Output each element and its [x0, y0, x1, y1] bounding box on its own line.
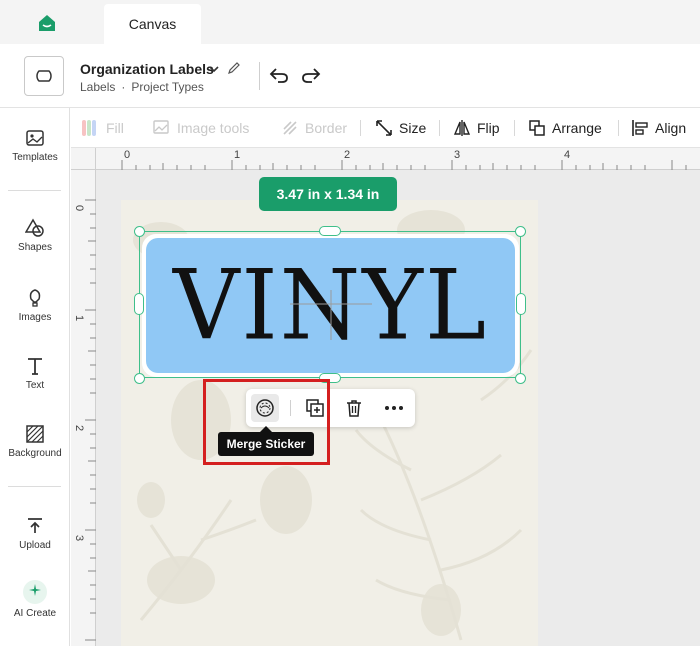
edit-toolbar: Fill Image tools Border Size Flip Arrang…	[71, 108, 700, 148]
arrange-label: Arrange	[552, 120, 602, 136]
sidebar-item-label: Shapes	[18, 242, 52, 253]
tab-canvas[interactable]: Canvas	[104, 4, 201, 44]
ruler-label: 1	[73, 314, 86, 322]
border-button[interactable]: Border	[281, 118, 347, 138]
sidebar-item-images[interactable]: Images	[0, 288, 70, 323]
text-icon	[28, 358, 42, 375]
center-crosshair	[290, 290, 372, 340]
background-icon	[26, 425, 44, 443]
flip-button[interactable]: Flip	[453, 118, 500, 138]
ruler-label: 3	[454, 149, 461, 161]
label-shape-icon	[36, 70, 52, 82]
highlight-annotation	[203, 379, 330, 465]
project-type: Project Types	[131, 80, 204, 94]
sidebar-divider	[8, 190, 61, 191]
sidebar-item-label: Upload	[19, 540, 51, 551]
border-label: Border	[305, 120, 348, 136]
ruler-label: 0	[73, 204, 86, 212]
ruler-label: 0	[124, 149, 131, 161]
align-button[interactable]: Align	[631, 118, 686, 138]
toolbar-divider	[360, 120, 361, 136]
resize-handle-top-right[interactable]	[515, 226, 526, 237]
toolbar-divider	[439, 120, 440, 136]
border-icon	[283, 121, 297, 135]
resize-handle-bottom-right[interactable]	[515, 373, 526, 384]
shapes-icon	[25, 218, 44, 237]
sidebar-item-ai-create[interactable]: AI Create	[0, 580, 70, 619]
resize-handle-bottom-left[interactable]	[134, 373, 145, 384]
home-icon[interactable]	[36, 12, 58, 34]
sidebar-item-label: Background	[8, 448, 62, 459]
sidebar-divider	[8, 486, 61, 487]
fill-icon	[82, 120, 96, 136]
pencil-icon[interactable]	[227, 60, 242, 75]
flip-label: Flip	[477, 120, 500, 136]
project-header: Organization Labels Labels · Project Types	[0, 44, 700, 108]
ruler-corner	[71, 148, 96, 170]
sidebar-item-label: AI Create	[13, 608, 57, 619]
fill-label: Fill	[106, 120, 124, 136]
resize-handle-top[interactable]	[319, 226, 341, 236]
project-category: Labels	[80, 80, 116, 94]
size-label: Size	[399, 120, 427, 136]
top-bar: Canvas	[0, 0, 700, 44]
templates-icon	[26, 130, 44, 146]
project-subtitle: Labels · Project Types	[80, 80, 204, 94]
subtitle-separator: ·	[121, 80, 126, 94]
ruler-horizontal: 0 1 2 3 4	[96, 148, 700, 170]
resize-handle-top-left[interactable]	[134, 226, 145, 237]
sidebar-item-shapes[interactable]: Shapes	[0, 218, 70, 253]
flip-icon	[453, 120, 471, 136]
arrange-icon	[529, 120, 545, 136]
ruler-label: 1	[234, 149, 241, 161]
ruler-vertical: 0 1 2 3	[71, 148, 96, 646]
dimensions-badge: 3.47 in x 1.34 in	[259, 177, 397, 211]
align-left-icon	[632, 120, 648, 136]
resize-icon	[376, 120, 392, 136]
resize-handle-left[interactable]	[134, 293, 144, 315]
ruler-label: 3	[73, 534, 86, 542]
ruler-label: 2	[344, 149, 351, 161]
trash-icon	[347, 400, 361, 417]
images-icon	[29, 289, 41, 307]
project-title[interactable]: Organization Labels	[80, 61, 214, 77]
fill-button[interactable]: Fill	[80, 118, 124, 138]
ruler-label: 4	[564, 149, 571, 161]
size-button[interactable]: Size	[375, 118, 426, 138]
sidebar-item-label: Images	[18, 312, 52, 323]
resize-handle-right[interactable]	[516, 293, 526, 315]
sidebar-item-label: Templates	[12, 152, 58, 163]
chevron-down-icon[interactable]	[208, 63, 220, 75]
sidebar-item-upload[interactable]: Upload	[0, 516, 70, 551]
project-thumbnail[interactable]	[24, 56, 64, 96]
delete-button[interactable]	[340, 394, 368, 422]
ruler-ticks-horizontal	[121, 160, 687, 170]
upload-icon	[28, 518, 42, 533]
align-label: Align	[655, 120, 687, 136]
redo-icon[interactable]	[300, 64, 322, 86]
toolbar-divider	[618, 120, 619, 136]
sidebar-item-text[interactable]: Text	[0, 356, 70, 391]
sidebar-item-label: Text	[25, 380, 45, 391]
sidebar-item-templates[interactable]: Templates	[0, 128, 70, 163]
ruler-ticks-vertical	[85, 199, 96, 641]
arrange-button[interactable]: Arrange	[528, 118, 602, 138]
ai-create-icon	[23, 580, 47, 604]
sidebar-item-background[interactable]: Background	[0, 424, 70, 459]
ruler-label: 2	[73, 424, 86, 432]
more-options-button[interactable]	[380, 394, 408, 422]
image-tools-button[interactable]: Image tools	[153, 118, 249, 138]
left-sidebar: Templates Shapes Images Text Background	[0, 108, 70, 646]
image-tools-label: Image tools	[177, 120, 250, 136]
toolbar-divider	[514, 120, 515, 136]
image-tools-icon	[153, 120, 169, 134]
undo-icon[interactable]	[268, 64, 290, 86]
header-divider	[259, 62, 260, 90]
more-icon	[385, 406, 403, 410]
